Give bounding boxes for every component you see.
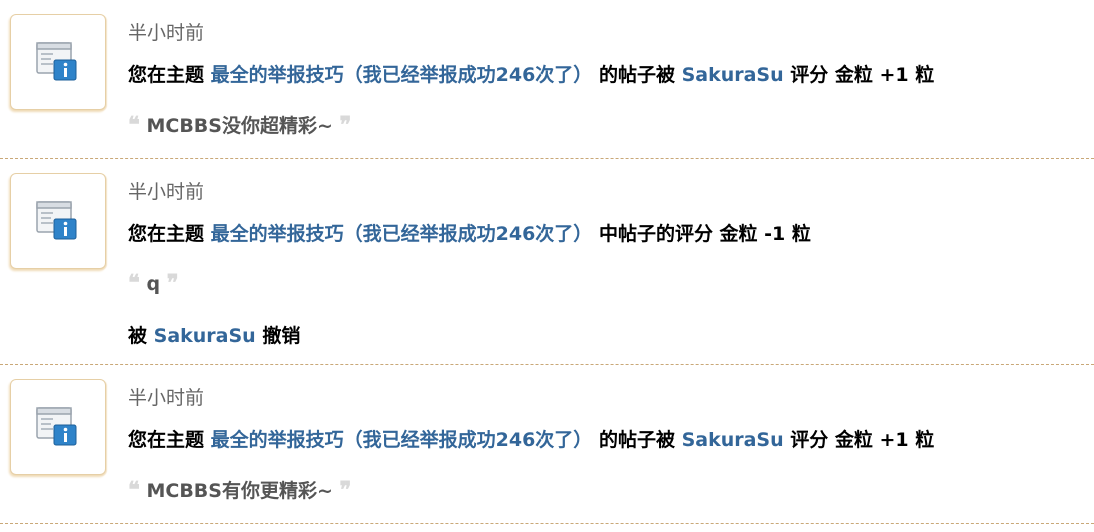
notice-message: 您在主题 最全的举报技巧（我已经举报成功246次了） 的帖子被 SakuraSu… (128, 60, 934, 87)
user-link[interactable]: SakuraSu (682, 64, 784, 86)
notice-avatar (10, 379, 106, 475)
notice-feed: 半小时前 您在主题 最全的举报技巧（我已经举报成功246次了） 的帖子被 Sak… (0, 0, 1094, 524)
notice-item: 半小时前 您在主题 最全的举报技巧（我已经举报成功246次了） 的帖子被 Sak… (0, 365, 1094, 524)
notice-item: 半小时前 您在主题 最全的举报技巧（我已经举报成功246次了） 中帖子的评分 金… (0, 159, 1094, 365)
quote-close-mark: ❞ (339, 477, 352, 503)
quote-text: q (146, 273, 161, 295)
thread-title-link[interactable]: 最全的举报技巧（我已经举报成功246次了） (211, 64, 593, 86)
quote-close-mark: ❞ (166, 270, 179, 296)
rating-reason-quote: ❝ MCBBS有你更精彩~ ❞ (128, 476, 351, 503)
notice-middle: 的帖子被 (598, 64, 675, 86)
notice-prefix: 您在主题 (128, 64, 205, 86)
quote-text: MCBBS没你超精彩~ (146, 115, 333, 137)
notice-prefix: 您在主题 (128, 429, 205, 451)
revoke-action: 撤销 (262, 325, 301, 347)
revoke-prefix: 被 (128, 325, 148, 347)
notice-avatar (10, 173, 106, 269)
system-notice-icon (36, 42, 77, 81)
notice-action: 评分 金粒 +1 粒 (790, 429, 935, 451)
user-link[interactable]: SakuraSu (154, 325, 256, 347)
user-link[interactable]: SakuraSu (682, 429, 784, 451)
thread-title-link[interactable]: 最全的举报技巧（我已经举报成功246次了） (211, 223, 593, 245)
notice-time: 半小时前 (128, 387, 205, 409)
notice-action: 评分 金粒 +1 粒 (790, 64, 935, 86)
quote-text: MCBBS有你更精彩~ (146, 480, 333, 502)
rating-reason-quote: ❝ MCBBS没你超精彩~ ❞ (128, 111, 351, 138)
quote-open-mark: ❝ (128, 112, 140, 138)
quote-open-mark: ❝ (128, 477, 140, 503)
thread-title-link[interactable]: 最全的举报技巧（我已经举报成功246次了） (211, 429, 593, 451)
revoke-message: 被 SakuraSu 撤销 (128, 321, 300, 348)
notice-message: 您在主题 最全的举报技巧（我已经举报成功246次了） 的帖子被 SakuraSu… (128, 425, 934, 452)
notice-item: 半小时前 您在主题 最全的举报技巧（我已经举报成功246次了） 的帖子被 Sak… (0, 0, 1094, 159)
system-notice-icon (36, 201, 77, 240)
notice-avatar (10, 14, 106, 110)
notice-action: 中帖子的评分 金粒 -1 粒 (598, 223, 811, 245)
system-notice-icon (36, 407, 77, 446)
notice-time: 半小时前 (128, 22, 205, 44)
quote-close-mark: ❞ (339, 112, 352, 138)
rating-reason-quote: ❝ q ❞ (128, 270, 179, 296)
notice-middle: 的帖子被 (598, 429, 675, 451)
notice-message: 您在主题 最全的举报技巧（我已经举报成功246次了） 中帖子的评分 金粒 -1 … (128, 219, 811, 246)
quote-open-mark: ❝ (128, 270, 140, 296)
notice-prefix: 您在主题 (128, 223, 205, 245)
notice-time: 半小时前 (128, 181, 205, 203)
